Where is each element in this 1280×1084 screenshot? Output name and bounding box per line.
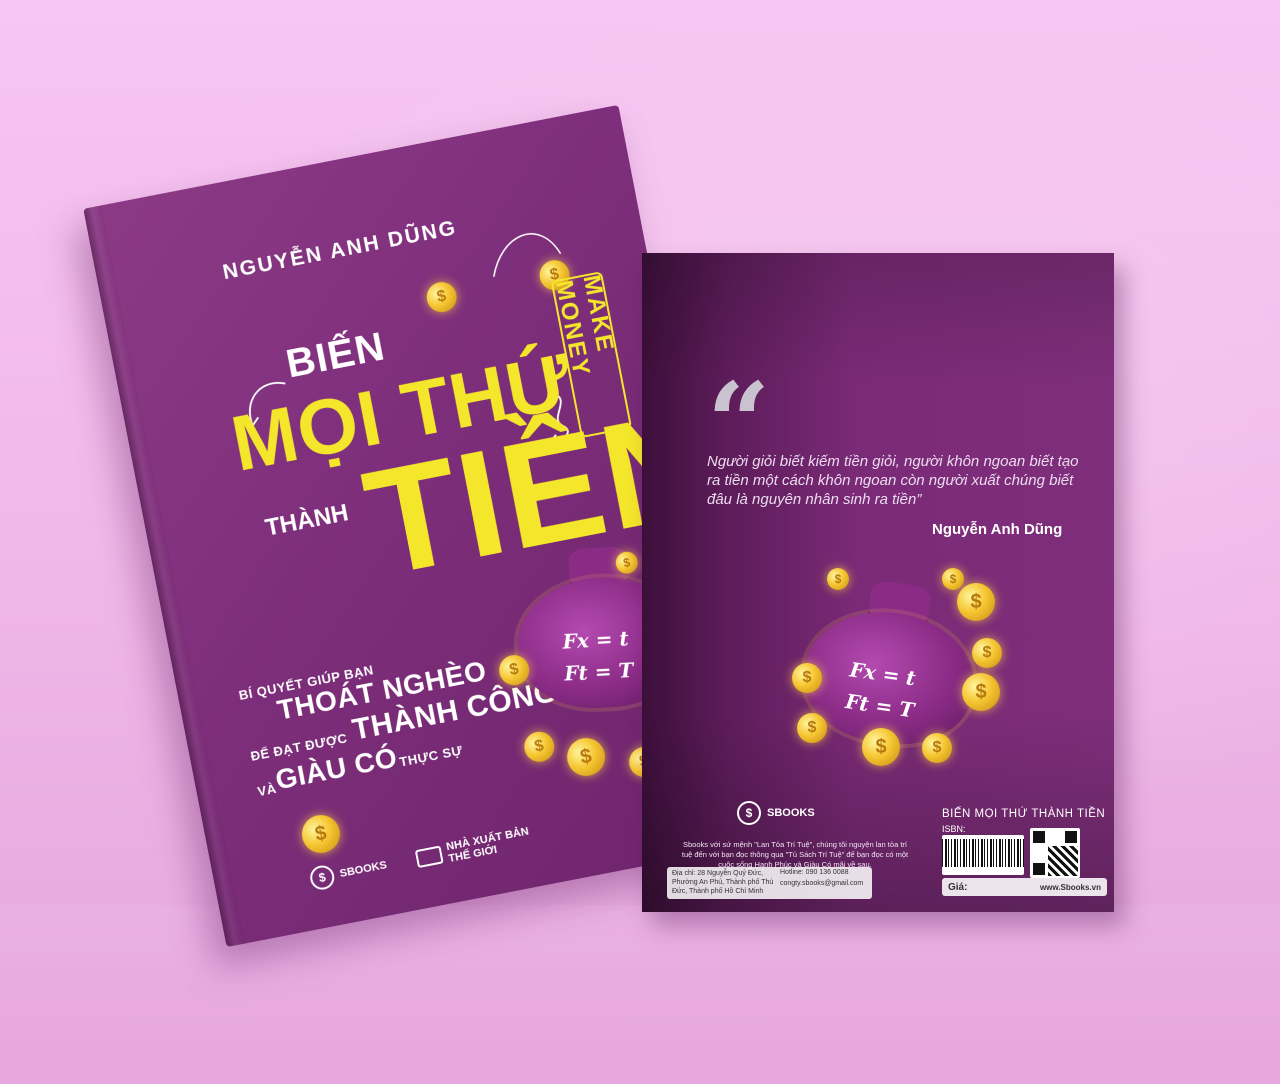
sbooks-logo-icon: $ — [737, 801, 761, 825]
sbooks-logo: $ SBOOKS — [308, 853, 389, 892]
coin-icon: $ — [792, 663, 822, 693]
publisher-logo: NHÀ XUẤT BẢN THẾ GIỚI — [414, 825, 532, 871]
address-text: Địa chỉ: 28 Nguyễn Quý Đức, Phường An Ph… — [672, 870, 774, 895]
coin-icon: $ — [922, 733, 952, 763]
coin-icon: $ — [862, 728, 900, 766]
coin-icon: $ — [962, 673, 1000, 711]
sbooks-logo-icon: $ — [308, 863, 337, 892]
back-sbooks-logo: $ SBOOKS — [737, 801, 815, 825]
coin-icon: $ — [972, 638, 1002, 668]
barcode — [942, 835, 1024, 875]
price-box: Giá: www.Sbooks.vn — [942, 878, 1107, 896]
coin-icon: $ — [424, 279, 460, 315]
coin-icon: $ — [521, 729, 557, 765]
mission-text: Sbooks với sứ mệnh "Lan Tỏa Trí Tuệ", ch… — [681, 840, 909, 869]
website-text: www.Sbooks.vn — [1039, 882, 1101, 892]
price-label: Giá: — [948, 881, 968, 893]
qr-code — [1030, 828, 1080, 878]
coin-icon: $ — [298, 811, 344, 857]
book-icon — [414, 845, 444, 869]
coin-icon: $ — [797, 713, 827, 743]
tagline-5: VÀ — [256, 780, 278, 800]
contact-details: Hotline: 090 136 0088 congty.sbooks@gmai… — [780, 867, 870, 889]
tagline-7: THỰC SỰ — [398, 742, 464, 770]
back-book-title: BIẾN MỌI THỨ THÀNH TIỀN — [942, 808, 1106, 820]
back-quote: Người giỏi biết kiếm tiền giỏi, người kh… — [707, 453, 1079, 508]
back-cover: “ Người giỏi biết kiếm tiền giỏi, người … — [642, 253, 1114, 912]
coin-icon: $ — [827, 568, 849, 590]
coin-icon: $ — [563, 734, 609, 780]
author-name: NGUYỄN ANH DŨNG — [220, 216, 459, 285]
sbooks-logo-text: SBOOKS — [338, 859, 388, 881]
coin-icon: $ — [957, 583, 995, 621]
floor-surface — [0, 905, 1280, 1084]
back-quote-author: Nguyễn Anh Dũng — [932, 521, 1063, 538]
back-logo-text: SBOOKS — [767, 807, 815, 819]
isbn-label: ISBN: — [942, 824, 966, 834]
coin-icon: $ — [942, 568, 964, 590]
title-small-word: THÀNH — [263, 499, 351, 542]
hotline-text: Hotline: 090 136 0088 — [780, 869, 849, 876]
email-text: congty.sbooks@gmail.com — [780, 880, 864, 888]
front-publisher-logos: $ SBOOKS NHÀ XUẤT BẢN THẾ GIỚI — [308, 825, 532, 892]
